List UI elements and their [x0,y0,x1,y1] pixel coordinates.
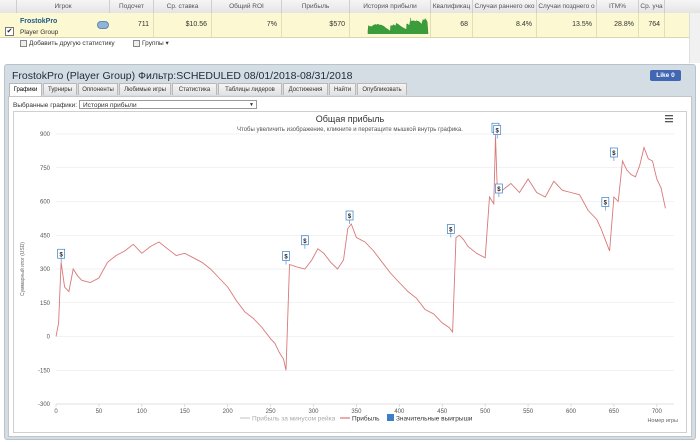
y-tick-label: 600 [40,200,51,206]
tab-leaderboards[interactable]: Таблицы лидеров [218,83,282,95]
hamburger-menu-icon[interactable] [665,115,673,123]
player-panel: FrostokPro (Player Group) Фильтр:SCHEDUL… [4,64,696,440]
x-tick-label: 200 [223,409,234,415]
cell-count: 711 [110,13,154,37]
header-select-col [0,0,17,13]
tab-tournaments[interactable]: Турниры [43,83,77,95]
legend-item[interactable]: Значительные выигрыши [396,416,473,423]
player-group: Player Group [20,29,59,36]
cell-itm: 28.8% [597,13,639,37]
chart-select-label: Выбранные графики: [13,102,78,109]
header-avg-place[interactable]: Ср. уча [639,0,665,13]
groups-button[interactable]: Группы ▾ [133,39,169,49]
legend-swatch [387,414,394,421]
x-tick-label: 450 [437,409,448,415]
cell-qual: 68 [431,13,473,37]
x-tick-label: 100 [137,409,148,415]
header-count[interactable]: Подсчет [110,0,154,13]
grid-scrollbar[interactable] [689,13,700,63]
y-tick-label: 0 [47,335,51,341]
x-tick-label: 0 [54,409,58,415]
grid-header: Игрок Подсчет Ср. ставка Общий ROI Прибы… [0,0,700,14]
header-early[interactable]: Случаи раннего око [473,0,537,13]
header-late[interactable]: Случаи позднего о [537,0,597,13]
panel-body: Выбранные графики: История прибыли ▼ Общ… [8,96,692,437]
x-axis-title: Номер игры [647,418,678,424]
x-tick-label: 650 [609,409,620,415]
chevron-down-icon: ▾ [165,40,169,47]
chart-subtitle: Чтобы увеличить изображение, кликните и … [237,126,463,133]
cell-history [350,13,431,37]
tab-find[interactable]: Найти [329,83,356,95]
y-tick-label: -300 [38,402,51,408]
y-tick-label: 150 [40,301,51,307]
tab-publish[interactable]: Опубликовать [357,83,407,95]
facebook-like-button[interactable]: Like 0 [650,70,681,81]
chart-frame: Общая прибыль Чтобы увеличить изображение… [13,111,687,433]
add-stats-button[interactable]: Добавить другую статистику [20,39,115,49]
header-itm[interactable]: ITM% [597,0,639,13]
x-tick-label: 300 [308,409,319,415]
x-tick-label: 400 [394,409,405,415]
player-name-link[interactable]: FrostokPro [20,18,57,25]
legend-item[interactable]: Прибыль [352,415,380,423]
header-profit[interactable]: Прибыль [282,0,350,13]
groups-label: Группы [142,40,164,47]
grid-toolbar: Добавить другую статистику Группы ▾ [0,38,700,50]
header-qual[interactable]: Квалификац [431,0,473,13]
x-tick-label: 350 [351,409,362,415]
y-tick-label: 750 [40,166,51,172]
x-tick-label: 500 [480,409,491,415]
tab-charts[interactable]: Графики [9,83,42,96]
cell-roi: 7% [212,13,282,37]
x-tick-label: 50 [96,409,103,415]
x-tick-label: 700 [652,409,663,415]
add-stats-icon [20,39,27,47]
groups-icon [133,39,140,47]
cell-avg-stake: $10.56 [154,13,212,37]
profit-series-line [55,136,666,371]
chart-select[interactable]: История прибыли ▼ [79,100,257,109]
x-tick-label: 250 [266,409,277,415]
x-tick-label: 600 [566,409,577,415]
chart-select-value: История прибыли [83,102,137,109]
cell-avg-place: 764 [639,13,665,37]
y-tick-label: -150 [38,368,51,374]
tab-favorite-games[interactable]: Любимые игры [119,83,171,95]
chart-title: Общая прибыль [316,114,385,124]
legend-item[interactable]: Прибыль за минусом рейка [252,415,336,423]
x-tick-label: 550 [523,409,534,415]
header-player[interactable]: Игрок [17,0,110,13]
cloud-icon[interactable] [97,21,109,29]
cell-late: 13.5% [537,13,597,37]
chevron-down-icon: ▼ [249,102,254,108]
header-roi[interactable]: Общий ROI [212,0,282,13]
header-history[interactable]: История прибыли [350,0,431,13]
y-tick-label: 900 [40,132,51,138]
tab-achievements[interactable]: Достижения [283,83,328,95]
tab-opponents[interactable]: Оппоненты [78,83,118,95]
add-stats-label: Добавить другую статистику [29,40,115,47]
profit-chart[interactable]: Общая прибыль Чтобы увеличить изображение… [14,112,686,432]
y-tick-label: 300 [40,267,51,273]
profit-sparkline [367,17,429,35]
x-tick-label: 150 [180,409,191,415]
y-axis-title: Суммарный итог (USD) [19,242,26,296]
y-tick-label: 450 [40,233,51,239]
tab-statistics[interactable]: Статистика [172,83,217,95]
header-avg-stake[interactable]: Ср. ставка [154,0,212,13]
cell-profit: $570 [282,13,350,37]
panel-title: FrostokPro (Player Group) Фильтр:SCHEDUL… [12,70,353,82]
cell-early: 8.4% [473,13,537,37]
row-checkbox[interactable]: ✔ [5,27,14,36]
